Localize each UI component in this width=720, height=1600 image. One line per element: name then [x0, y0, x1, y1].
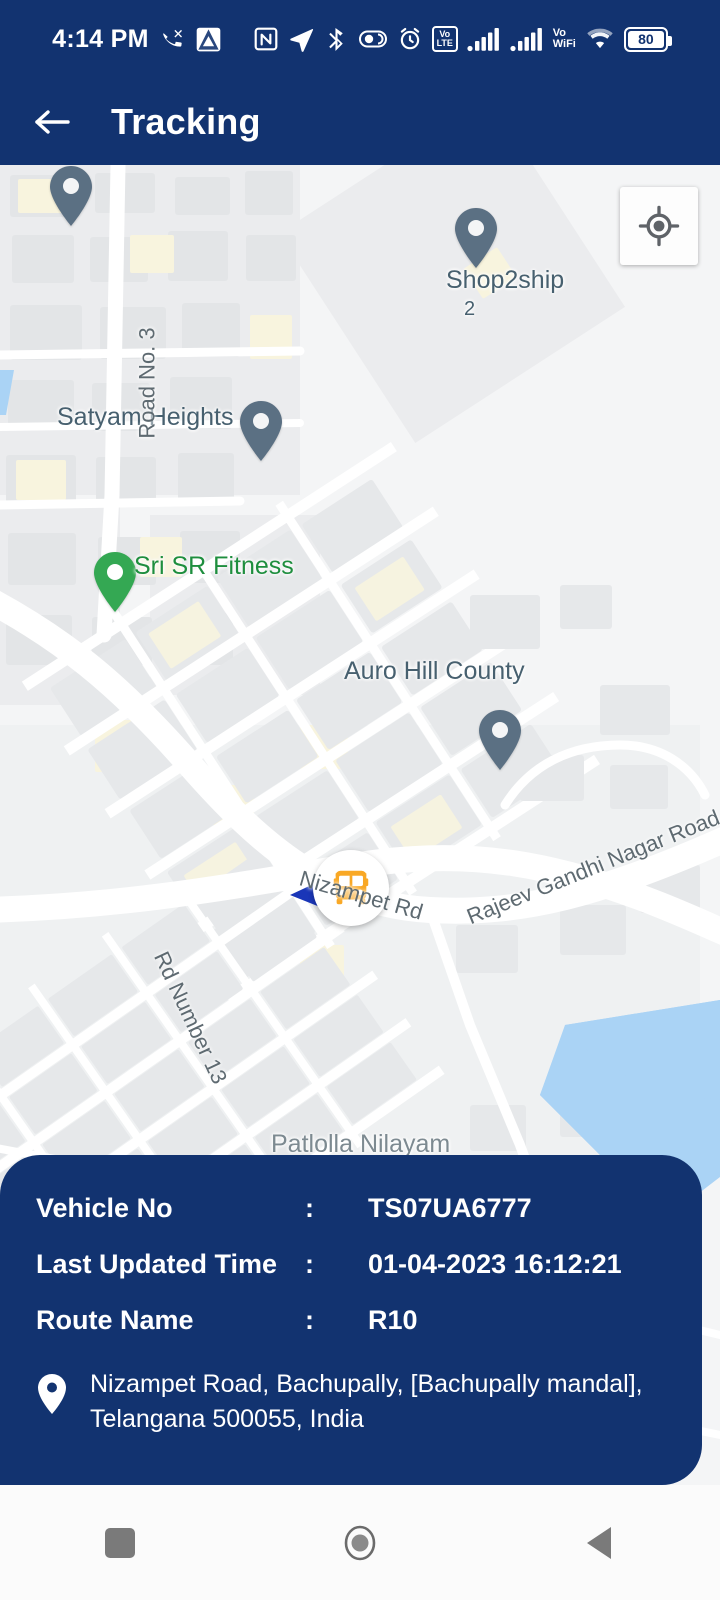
- vehicle-info-panel: Vehicle No : TS07UA6777 Last Updated Tim…: [0, 1155, 702, 1485]
- info-row-last-updated-time: Last Updated Time : 01-04-2023 16:12:21: [36, 1249, 682, 1289]
- map-place-label: Shop2ship: [446, 266, 565, 294]
- home-button[interactable]: [315, 1498, 405, 1588]
- back-button[interactable]: [555, 1498, 645, 1588]
- my-location-crosshair-icon: [638, 205, 680, 247]
- back-arrow-icon[interactable]: [30, 100, 74, 144]
- map-pin-marker[interactable]: [48, 165, 94, 227]
- map-place-label: 2: [464, 298, 476, 320]
- page-title: Tracking: [111, 100, 261, 142]
- signal-bars-sim1-icon: [467, 24, 501, 54]
- info-value-vehicle-no: TS07UA6777: [368, 1193, 532, 1223]
- circle-icon: [344, 1525, 376, 1560]
- info-label: Vehicle No: [36, 1193, 173, 1223]
- battery-percent-label: 80: [638, 31, 654, 47]
- info-value-route-name: R10: [368, 1305, 418, 1335]
- info-colon: :: [305, 1193, 314, 1223]
- map-pin-marker[interactable]: [453, 207, 499, 269]
- nfc-icon: [253, 24, 279, 54]
- map-place-label: Sri SR Fitness: [134, 552, 294, 580]
- wifi-icon: [585, 24, 615, 54]
- bluetooth-icon: [324, 24, 349, 54]
- vowifi-bottom-label: WiFi: [552, 38, 576, 50]
- location-arrow-icon: [288, 24, 315, 54]
- info-row-route-name: Route Name : R10: [36, 1305, 682, 1345]
- volte-bottom-label: LTE: [436, 38, 453, 48]
- info-row-vehicle-no: Vehicle No : TS07UA6777: [36, 1193, 682, 1233]
- my-location-button[interactable]: [620, 187, 698, 265]
- triangle-back-icon: [587, 1526, 611, 1559]
- missed-call-icon: [160, 24, 186, 54]
- android-navigation-bar: [0, 1485, 720, 1600]
- info-colon: :: [305, 1249, 314, 1279]
- status-bar: 4:14 PM Vo LTE Vo WiFi 80: [0, 0, 720, 78]
- address-block: Nizampet Road, Bachupally, [Bachupally m…: [36, 1367, 686, 1436]
- app-screen: 4:14 PM Vo LTE Vo WiFi 80 Tracking Shop2…: [0, 0, 720, 1600]
- info-colon: :: [305, 1305, 314, 1335]
- signal-bars-sim2-icon: [510, 24, 544, 54]
- info-label: Last Updated Time: [36, 1249, 278, 1279]
- info-label: Route Name: [36, 1305, 194, 1335]
- map-road-label: Road No. 3: [134, 327, 160, 439]
- address-text: Nizampet Road, Bachupally, [Bachupally m…: [90, 1370, 643, 1433]
- map-pin-marker[interactable]: [477, 709, 523, 771]
- map-pin-marker[interactable]: [238, 400, 284, 462]
- info-value-last-updated-time: 01-04-2023 16:12:21: [368, 1249, 622, 1279]
- battery-icon: 80: [623, 24, 672, 54]
- volte-icon: Vo LTE: [431, 24, 458, 54]
- app-bar: Tracking: [0, 78, 720, 165]
- map-pin-marker[interactable]: [92, 551, 138, 613]
- recents-button[interactable]: [75, 1498, 165, 1588]
- status-bar-clock: 4:14 PM: [52, 24, 149, 53]
- location-pin-icon: [36, 1373, 68, 1420]
- vowifi-icon: Vo WiFi: [553, 24, 576, 54]
- map-place-label: Auro Hill County: [344, 657, 525, 685]
- data-saver-icon: [358, 24, 388, 54]
- app-notification-icon: [195, 24, 222, 54]
- square-icon: [105, 1527, 135, 1558]
- alarm-icon: [397, 24, 423, 54]
